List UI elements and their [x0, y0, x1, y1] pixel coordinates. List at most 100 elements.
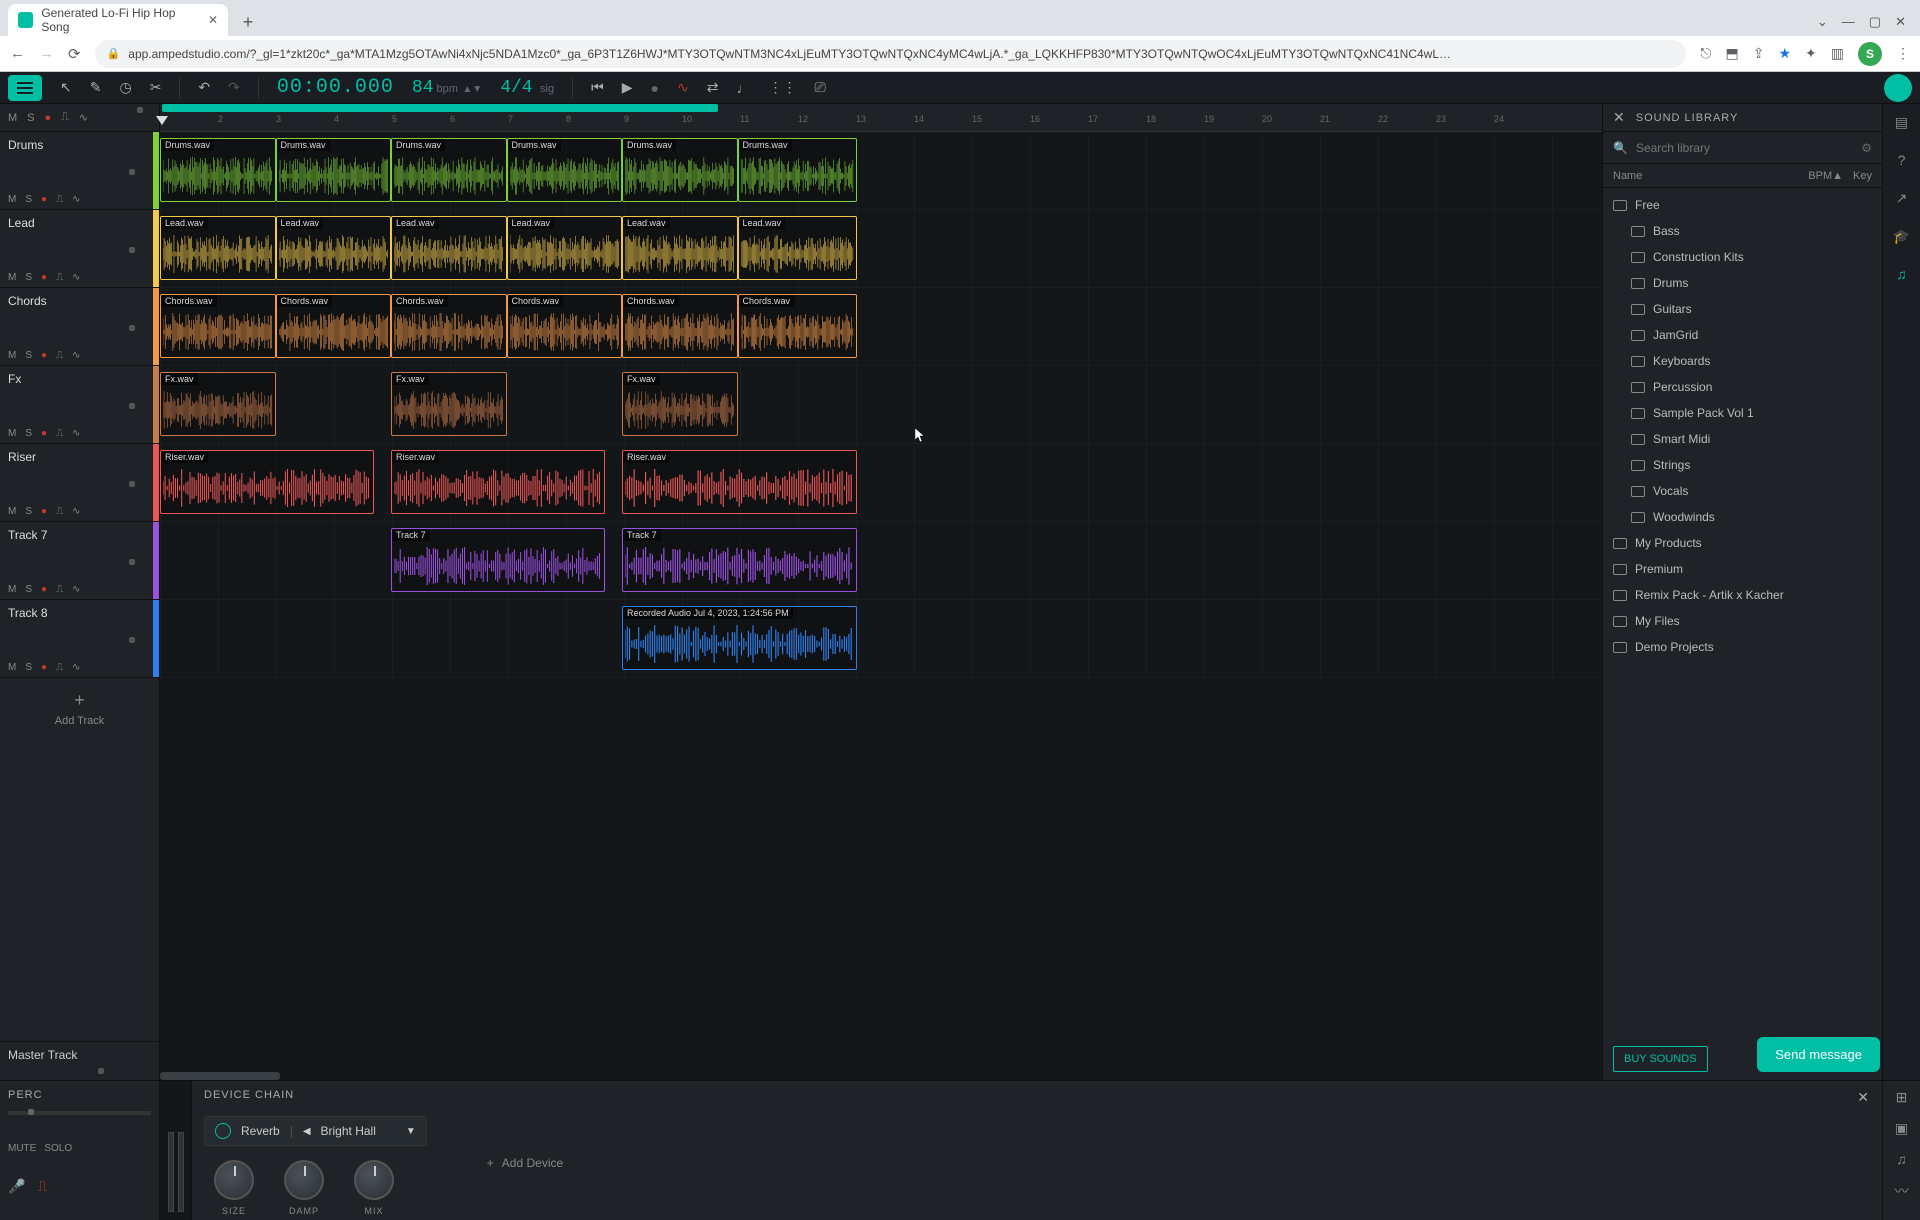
- audio-clip[interactable]: Fx.wav: [391, 372, 507, 436]
- mixer-icon[interactable]: ⎚: [814, 79, 825, 96]
- library-folder[interactable]: Keyboards: [1603, 348, 1882, 374]
- automation-icon[interactable]: ∿: [72, 428, 80, 439]
- side-panel-icon[interactable]: ▥: [1831, 45, 1844, 62]
- audio-clip[interactable]: Chords.wav: [160, 294, 276, 358]
- automation-icon[interactable]: ∿: [72, 662, 80, 673]
- close-chain-icon[interactable]: ✕: [1857, 1089, 1870, 1106]
- knob-dial[interactable]: [214, 1160, 254, 1200]
- volume-handle[interactable]: [98, 1068, 104, 1074]
- automation-icon[interactable]: ∿: [677, 79, 689, 96]
- track-header[interactable]: Track 7 M S ● ⎍ ∿: [0, 522, 159, 600]
- knob-mix[interactable]: MIX: [354, 1160, 394, 1216]
- mute-button[interactable]: M: [8, 428, 16, 439]
- library-folder[interactable]: Guitars: [1603, 296, 1882, 322]
- back-icon[interactable]: ←: [10, 45, 25, 62]
- mute-button[interactable]: M: [8, 584, 16, 595]
- volume-handle[interactable]: [129, 481, 135, 487]
- pan-handle[interactable]: [28, 1109, 34, 1115]
- audio-clip[interactable]: Lead.wav: [276, 216, 392, 280]
- bookmark-star-icon[interactable]: ★: [1778, 45, 1791, 62]
- track-header[interactable]: Riser M S ● ⎍ ∿: [0, 444, 159, 522]
- mute-button[interactable]: M: [8, 194, 16, 205]
- library-folder[interactable]: Vocals: [1603, 478, 1882, 504]
- knob-damp[interactable]: DAMP: [284, 1160, 324, 1216]
- volume-handle[interactable]: [137, 107, 143, 113]
- close-library-icon[interactable]: ✕: [1613, 109, 1626, 126]
- eq-icon[interactable]: ⎍: [56, 194, 63, 205]
- audio-clip[interactable]: Lead.wav: [160, 216, 276, 280]
- play-icon[interactable]: ▶: [622, 79, 633, 96]
- col-bpm[interactable]: BPM▲: [1808, 170, 1843, 182]
- track-lane[interactable]: Track 7 Track 7: [160, 522, 1602, 600]
- audio-clip[interactable]: Riser.wav: [622, 450, 857, 514]
- reload-icon[interactable]: ⟳: [68, 45, 81, 63]
- audio-clip[interactable]: Riser.wav: [160, 450, 374, 514]
- library-folder[interactable]: Premium: [1603, 556, 1882, 582]
- extensions-icon[interactable]: ✦: [1805, 45, 1817, 62]
- eq-icon[interactable]: ⎍: [56, 350, 63, 361]
- add-track-button[interactable]: + Add Track: [0, 678, 159, 738]
- mute-button[interactable]: M: [8, 350, 16, 361]
- eq-icon[interactable]: ⎍: [56, 272, 63, 283]
- library-folder[interactable]: Woodwinds: [1603, 504, 1882, 530]
- solo-button[interactable]: S: [25, 350, 32, 361]
- eq-icon[interactable]: ⎍: [56, 506, 63, 517]
- volume-handle[interactable]: [129, 169, 135, 175]
- solo-button[interactable]: S: [25, 506, 32, 517]
- eq-icon[interactable]: ⎍: [56, 662, 63, 673]
- arm-icon[interactable]: ●: [41, 194, 47, 205]
- translate-icon[interactable]: ⎋: [1700, 45, 1711, 62]
- audio-clip[interactable]: Track 7: [622, 528, 857, 592]
- audio-clip[interactable]: Fx.wav: [622, 372, 738, 436]
- learn-rail-icon[interactable]: 🎓: [1892, 226, 1912, 246]
- automation-icon[interactable]: ∿: [72, 194, 80, 205]
- share-icon[interactable]: ⇪: [1753, 45, 1765, 62]
- knob-dial[interactable]: [354, 1160, 394, 1200]
- arm-icon[interactable]: ●: [41, 350, 47, 361]
- audio-clip[interactable]: Drums.wav: [738, 138, 857, 202]
- power-icon[interactable]: [215, 1123, 231, 1139]
- audio-clip[interactable]: Track 7: [391, 528, 605, 592]
- maximize-icon[interactable]: ▢: [1869, 14, 1881, 30]
- library-folder[interactable]: Construction Kits: [1603, 244, 1882, 270]
- mute-button[interactable]: M: [8, 272, 16, 283]
- col-key[interactable]: Key: [1853, 170, 1872, 182]
- record-arm-icon[interactable]: 🎤: [8, 1178, 25, 1195]
- help-rail-icon[interactable]: ?: [1892, 150, 1912, 170]
- arm-icon[interactable]: ●: [41, 272, 47, 283]
- wave-icon[interactable]: 〰: [1895, 1181, 1909, 1201]
- audio-clip[interactable]: Drums.wav: [276, 138, 392, 202]
- cut-tool-icon[interactable]: ✂: [150, 79, 162, 96]
- mute-button[interactable]: M: [8, 506, 16, 517]
- col-name[interactable]: Name: [1613, 170, 1808, 182]
- grid-icon[interactable]: ⊞: [1896, 1089, 1908, 1106]
- library-folder[interactable]: My Products: [1603, 530, 1882, 556]
- close-window-icon[interactable]: ✕: [1895, 14, 1906, 30]
- url-input[interactable]: 🔒 app.ampedstudio.com/?_gl=1*zkt20c*_ga*…: [95, 40, 1687, 68]
- browser-tab[interactable]: Generated Lo-Fi Hip Hop Song ✕: [8, 4, 228, 36]
- audio-clip[interactable]: Lead.wav: [622, 216, 738, 280]
- solo-header[interactable]: S: [27, 112, 34, 124]
- track-lane[interactable]: Lead.wavLead.wavLead.wavLead.wavLead.wav…: [160, 210, 1602, 288]
- mute-button[interactable]: MUTE: [8, 1143, 36, 1154]
- automation-icon[interactable]: ∿: [72, 506, 80, 517]
- pencil-tool-icon[interactable]: ✎: [90, 79, 102, 96]
- solo-button[interactable]: SOLO: [44, 1143, 72, 1154]
- audio-clip[interactable]: Chords.wav: [738, 294, 857, 358]
- pointer-tool-icon[interactable]: ↖: [60, 79, 72, 96]
- master-track[interactable]: Master Track: [0, 1041, 159, 1080]
- loop-icon[interactable]: ⇄: [707, 79, 719, 96]
- track-header[interactable]: Lead M S ● ⎍ ∿: [0, 210, 159, 288]
- library-folder[interactable]: Remix Pack - Artik x Kacher: [1603, 582, 1882, 608]
- solo-button[interactable]: S: [25, 662, 32, 673]
- library-folder[interactable]: Drums: [1603, 270, 1882, 296]
- volume-handle[interactable]: [129, 637, 135, 643]
- track-header[interactable]: Chords M S ● ⎍ ∿: [0, 288, 159, 366]
- audio-clip[interactable]: Drums.wav: [160, 138, 276, 202]
- library-rail-icon[interactable]: ♫: [1892, 264, 1912, 284]
- profile-avatar[interactable]: S: [1858, 42, 1882, 66]
- audio-clip[interactable]: Chords.wav: [622, 294, 738, 358]
- volume-handle[interactable]: [129, 403, 135, 409]
- share-rail-icon[interactable]: ↗: [1892, 188, 1912, 208]
- library-folder[interactable]: Bass: [1603, 218, 1882, 244]
